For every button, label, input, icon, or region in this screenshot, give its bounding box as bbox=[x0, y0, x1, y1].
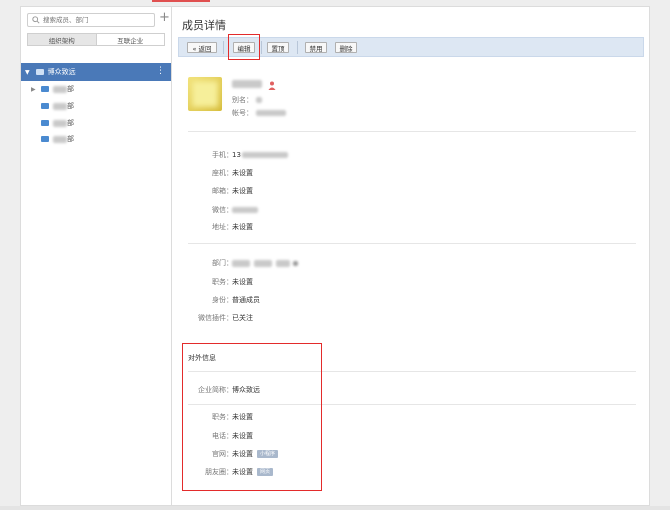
address-value: 未设置 bbox=[232, 222, 253, 232]
redacted-text bbox=[53, 102, 67, 110]
caret-right-icon[interactable]: ▶ bbox=[31, 86, 41, 93]
avatar bbox=[188, 77, 222, 111]
bottom-edge bbox=[0, 506, 670, 510]
redacted-value bbox=[293, 260, 298, 266]
tab-partner-companies[interactable]: 互联企业 bbox=[96, 33, 165, 46]
folder-icon bbox=[41, 86, 49, 92]
plugin-label-cell: 微信插件： bbox=[198, 313, 233, 323]
search-input[interactable] bbox=[40, 16, 143, 24]
ext-label: 座机： bbox=[212, 169, 233, 177]
edit-highlight-box bbox=[228, 34, 260, 60]
delete-button[interactable]: 删除 bbox=[335, 42, 357, 53]
disable-button[interactable]: 禁用 bbox=[305, 42, 327, 53]
redacted-value bbox=[256, 97, 262, 103]
caret-down-icon[interactable]: ▼ bbox=[25, 69, 30, 76]
mobile-label: 手机： bbox=[212, 151, 233, 159]
external-info-highlight-box bbox=[182, 343, 322, 491]
ext-value-text: 未设置 bbox=[232, 169, 253, 177]
redacted-value bbox=[232, 207, 258, 213]
member-name bbox=[232, 79, 262, 89]
user-gender-icon bbox=[268, 81, 276, 90]
redacted-value bbox=[254, 259, 272, 267]
mobile-label-cell: 手机： bbox=[212, 150, 233, 160]
email-value: 未设置 bbox=[232, 186, 253, 196]
section-divider bbox=[188, 131, 636, 132]
add-icon[interactable]: + bbox=[159, 11, 170, 25]
dept-value bbox=[232, 258, 298, 268]
folder-icon bbox=[41, 136, 49, 142]
email-label-cell: 邮箱： bbox=[212, 186, 233, 196]
top-accent-bar bbox=[152, 0, 210, 2]
redacted-text bbox=[53, 85, 67, 93]
mobile-value: 13 bbox=[232, 150, 288, 160]
address-label-cell: 地址： bbox=[212, 222, 233, 232]
redacted-value bbox=[256, 110, 286, 116]
position-value-text: 未设置 bbox=[232, 278, 253, 286]
tree-root-label: 博众致远 bbox=[47, 68, 76, 76]
tree-child-item[interactable]: 部 bbox=[31, 117, 74, 129]
search-icon bbox=[32, 16, 40, 24]
toolbar-divider bbox=[261, 41, 262, 54]
section-divider bbox=[188, 243, 636, 244]
address-value-text: 未设置 bbox=[232, 223, 253, 231]
email-value-text: 未设置 bbox=[232, 187, 253, 195]
tree-root-item[interactable]: ▼ 博众致远 ⋮ bbox=[21, 63, 171, 81]
tree-child-item[interactable]: ▶ 部 bbox=[31, 83, 74, 95]
org-sidebar: + 组织架构 互联企业 ▼ 博众致远 ⋮ ▶ 部 部 部 部 bbox=[20, 6, 172, 506]
wechat-label-cell: 微信： bbox=[212, 205, 233, 215]
email-label: 邮箱： bbox=[212, 187, 233, 195]
tree-child-label: 部 bbox=[67, 102, 74, 110]
account-row: 帐号： bbox=[232, 108, 286, 118]
redacted-text bbox=[53, 135, 67, 143]
address-label: 地址： bbox=[212, 223, 233, 231]
folder-icon bbox=[41, 103, 49, 109]
tab-org-structure[interactable]: 组织架构 bbox=[27, 33, 97, 46]
member-detail-panel: 成员详情 « 返回 编辑 置顶 禁用 删除 别名： 帐号： 手机： 13 座机：… bbox=[172, 6, 650, 506]
alias-row: 别名： bbox=[232, 95, 262, 105]
position-value: 未设置 bbox=[232, 277, 253, 287]
folder-icon bbox=[41, 120, 49, 126]
search-box[interactable] bbox=[27, 13, 155, 27]
redacted-value bbox=[232, 259, 250, 267]
dept-label-cell: 部门： bbox=[212, 258, 233, 268]
redacted-text bbox=[53, 119, 67, 127]
alias-label: 别名： bbox=[232, 96, 253, 104]
plugin-value: 已关注 bbox=[232, 313, 253, 323]
more-options-icon[interactable]: ⋮ bbox=[156, 66, 165, 76]
ext-label-cell: 座机： bbox=[212, 168, 233, 178]
page-title: 成员详情 bbox=[182, 19, 226, 32]
plugin-label: 微信插件： bbox=[198, 314, 233, 322]
plugin-value-text: 已关注 bbox=[232, 314, 253, 322]
identity-value-text: 普通成员 bbox=[232, 296, 260, 304]
account-label: 帐号： bbox=[232, 109, 253, 117]
position-label-cell: 职务： bbox=[212, 277, 233, 287]
ext-value: 未设置 bbox=[232, 168, 253, 178]
tree-child-label: 部 bbox=[67, 119, 74, 127]
tree-child-item[interactable]: 部 bbox=[31, 100, 74, 112]
dept-label: 部门： bbox=[212, 259, 233, 267]
toolbar-divider bbox=[223, 41, 224, 54]
redacted-name bbox=[232, 80, 262, 88]
redacted-value bbox=[241, 152, 288, 158]
tree-child-label: 部 bbox=[67, 85, 74, 93]
redacted-value bbox=[276, 259, 290, 267]
toolbar-divider bbox=[297, 41, 298, 54]
identity-label-cell: 身份： bbox=[212, 295, 233, 305]
back-button[interactable]: « 返回 bbox=[187, 42, 217, 53]
identity-label: 身份： bbox=[212, 296, 233, 304]
position-label: 职务： bbox=[212, 278, 233, 286]
tree-child-item[interactable]: 部 bbox=[31, 133, 74, 145]
tree-child-label: 部 bbox=[67, 135, 74, 143]
wechat-label: 微信： bbox=[212, 206, 233, 214]
identity-value: 普通成员 bbox=[232, 295, 260, 305]
folder-icon bbox=[35, 69, 44, 75]
sidebar-tabs: 组织架构 互联企业 bbox=[27, 33, 165, 46]
mobile-prefix: 13 bbox=[232, 151, 241, 159]
wechat-value bbox=[232, 205, 258, 215]
pin-top-button[interactable]: 置顶 bbox=[267, 42, 289, 53]
